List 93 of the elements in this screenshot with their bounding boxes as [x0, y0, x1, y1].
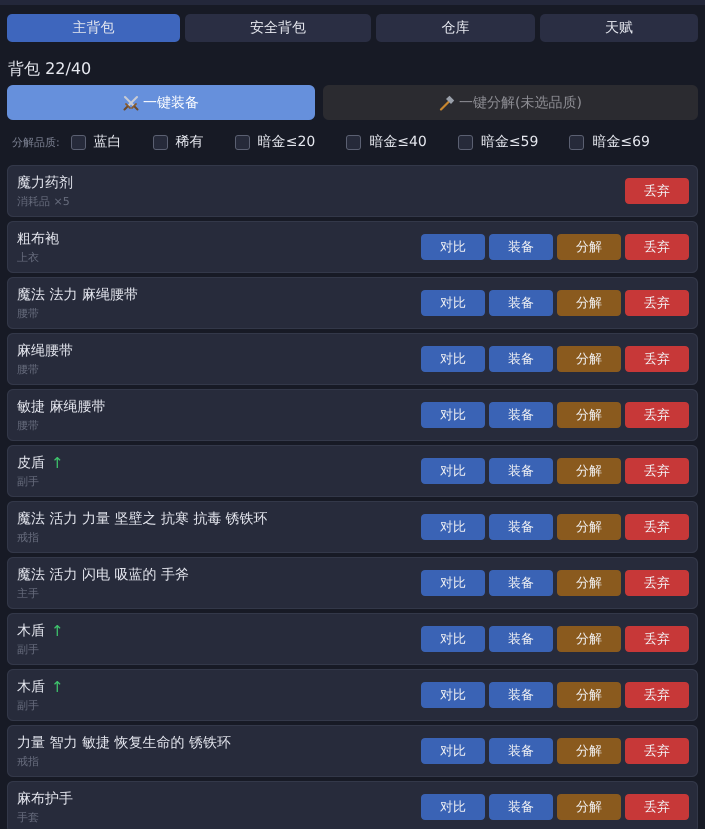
decompose-button[interactable]: 分解 — [557, 794, 621, 820]
decompose-button[interactable]: 分解 — [557, 682, 621, 708]
equip-button[interactable]: 装备 — [489, 402, 553, 428]
compare-button[interactable]: 对比 — [421, 346, 485, 372]
item-name: 皮盾 — [17, 454, 45, 472]
decompose-button[interactable]: 分解 — [557, 402, 621, 428]
discard-button[interactable]: 丢弃 — [625, 570, 689, 596]
item-name: 魔力药剂 — [17, 174, 73, 192]
decompose-button[interactable]: 分解 — [557, 570, 621, 596]
compare-button[interactable]: 对比 — [421, 402, 485, 428]
compare-button[interactable]: 对比 — [421, 458, 485, 484]
equip-button[interactable]: 装备 — [489, 514, 553, 540]
compare-button[interactable]: 对比 — [421, 514, 485, 540]
discard-button[interactable]: 丢弃 — [625, 346, 689, 372]
checkbox-label[interactable]: 蓝白 — [94, 133, 122, 151]
equip-button[interactable]: 装备 — [489, 738, 553, 764]
compare-button[interactable]: 对比 — [421, 570, 485, 596]
item-type: 副手 — [17, 643, 40, 656]
checkbox[interactable] — [346, 134, 362, 150]
decompose-button[interactable]: 分解 — [557, 626, 621, 652]
equip-button[interactable]: 装备 — [489, 682, 553, 708]
upgrade-arrow: ↑ — [51, 678, 64, 696]
item-type: 腰带 — [17, 307, 40, 320]
item-name: 魔法 活力 闪电 吸蓝的 手斧 — [17, 566, 189, 584]
tab[interactable]: 主背包 — [7, 14, 180, 42]
item-name: 木盾 — [17, 622, 45, 640]
checkbox[interactable] — [70, 134, 86, 150]
item-type: 消耗品 ×5 — [17, 195, 71, 208]
checkbox[interactable] — [152, 134, 168, 150]
item-type: 副手 — [17, 475, 40, 488]
item-type: 主手 — [17, 587, 40, 600]
decompose-button[interactable]: 分解 — [557, 290, 621, 316]
checkbox-label[interactable]: 暗金≤69 — [592, 133, 650, 151]
upgrade-arrow: ↑ — [51, 454, 64, 472]
compare-button[interactable]: 对比 — [421, 626, 485, 652]
equip-button[interactable]: 装备 — [489, 794, 553, 820]
discard-button[interactable]: 丢弃 — [625, 458, 689, 484]
item-name: 力量 智力 敏捷 恢复生命的 锈铁环 — [17, 734, 231, 752]
item-type: 戒指 — [17, 755, 40, 768]
compare-button[interactable]: 对比 — [421, 234, 485, 260]
checkbox-label[interactable]: 稀有 — [176, 133, 204, 151]
compare-button[interactable]: 对比 — [421, 682, 485, 708]
item-name: 木盾 — [17, 678, 45, 696]
discard-button[interactable]: 丢弃 — [625, 794, 689, 820]
checkbox-label[interactable]: 暗金≤20 — [258, 133, 316, 151]
item-name: 魔法 法力 麻绳腰带 — [17, 286, 138, 304]
discard-button[interactable]: 丢弃 — [625, 178, 689, 204]
discard-button[interactable]: 丢弃 — [625, 514, 689, 540]
compare-button[interactable]: 对比 — [421, 738, 485, 764]
decompose-button[interactable]: 分解 — [557, 514, 621, 540]
checkbox[interactable] — [234, 134, 250, 150]
item-type: 腰带 — [17, 363, 40, 376]
compare-button[interactable]: 对比 — [421, 794, 485, 820]
discard-button[interactable]: 丢弃 — [625, 682, 689, 708]
tab[interactable]: 天赋 — [540, 14, 698, 42]
crossed-swords-icon — [123, 94, 140, 110]
equip-all-button[interactable]: 一键装备 — [7, 85, 316, 120]
checkbox[interactable] — [458, 134, 473, 150]
decompose-button[interactable]: 分解 — [557, 738, 621, 764]
equip-button[interactable]: 装备 — [489, 234, 553, 260]
checkbox-label[interactable]: 暗金≤59 — [480, 133, 538, 151]
filter-label: 分解品质: — [12, 134, 60, 150]
decompose-button[interactable]: 分解 — [557, 346, 621, 372]
decompose-button[interactable]: 分解 — [557, 234, 621, 260]
discard-button[interactable]: 丢弃 — [625, 738, 689, 764]
equip-button[interactable]: 装备 — [489, 346, 553, 372]
item-name: 粗布袍 — [17, 230, 59, 248]
upgrade-arrow: ↑ — [51, 622, 64, 640]
item-type: 副手 — [17, 699, 40, 712]
discard-button[interactable]: 丢弃 — [625, 234, 689, 260]
decompose-button[interactable]: 分解 — [557, 458, 621, 484]
equip-button[interactable]: 装备 — [489, 290, 553, 316]
discard-button[interactable]: 丢弃 — [625, 290, 689, 316]
item-type: 腰带 — [17, 419, 40, 432]
compare-button[interactable]: 对比 — [421, 290, 485, 316]
equip-button[interactable]: 装备 — [489, 570, 553, 596]
item-name: 麻绳腰带 — [17, 342, 73, 360]
checkbox[interactable] — [569, 134, 584, 150]
item-name: 麻布护手 — [17, 790, 73, 808]
item-name: 魔法 活力 力量 坚壁之 抗寒 抗毒 锈铁环 — [17, 510, 268, 528]
item-type: 手套 — [17, 811, 40, 824]
tab[interactable]: 安全背包 — [184, 14, 371, 42]
equip-button[interactable]: 装备 — [489, 458, 553, 484]
equip-button[interactable]: 装备 — [489, 626, 553, 652]
item-name: 敏捷 麻绳腰带 — [17, 398, 106, 416]
tab[interactable]: 仓库 — [376, 14, 534, 42]
hammer-icon — [439, 94, 456, 110]
discard-button[interactable]: 丢弃 — [625, 402, 689, 428]
item-type: 戒指 — [17, 531, 40, 544]
discard-button[interactable]: 丢弃 — [625, 626, 689, 652]
bag-capacity: 背包 22/40 — [7, 59, 92, 79]
checkbox-label[interactable]: 暗金≤40 — [369, 133, 427, 151]
item-type: 上衣 — [17, 251, 40, 264]
